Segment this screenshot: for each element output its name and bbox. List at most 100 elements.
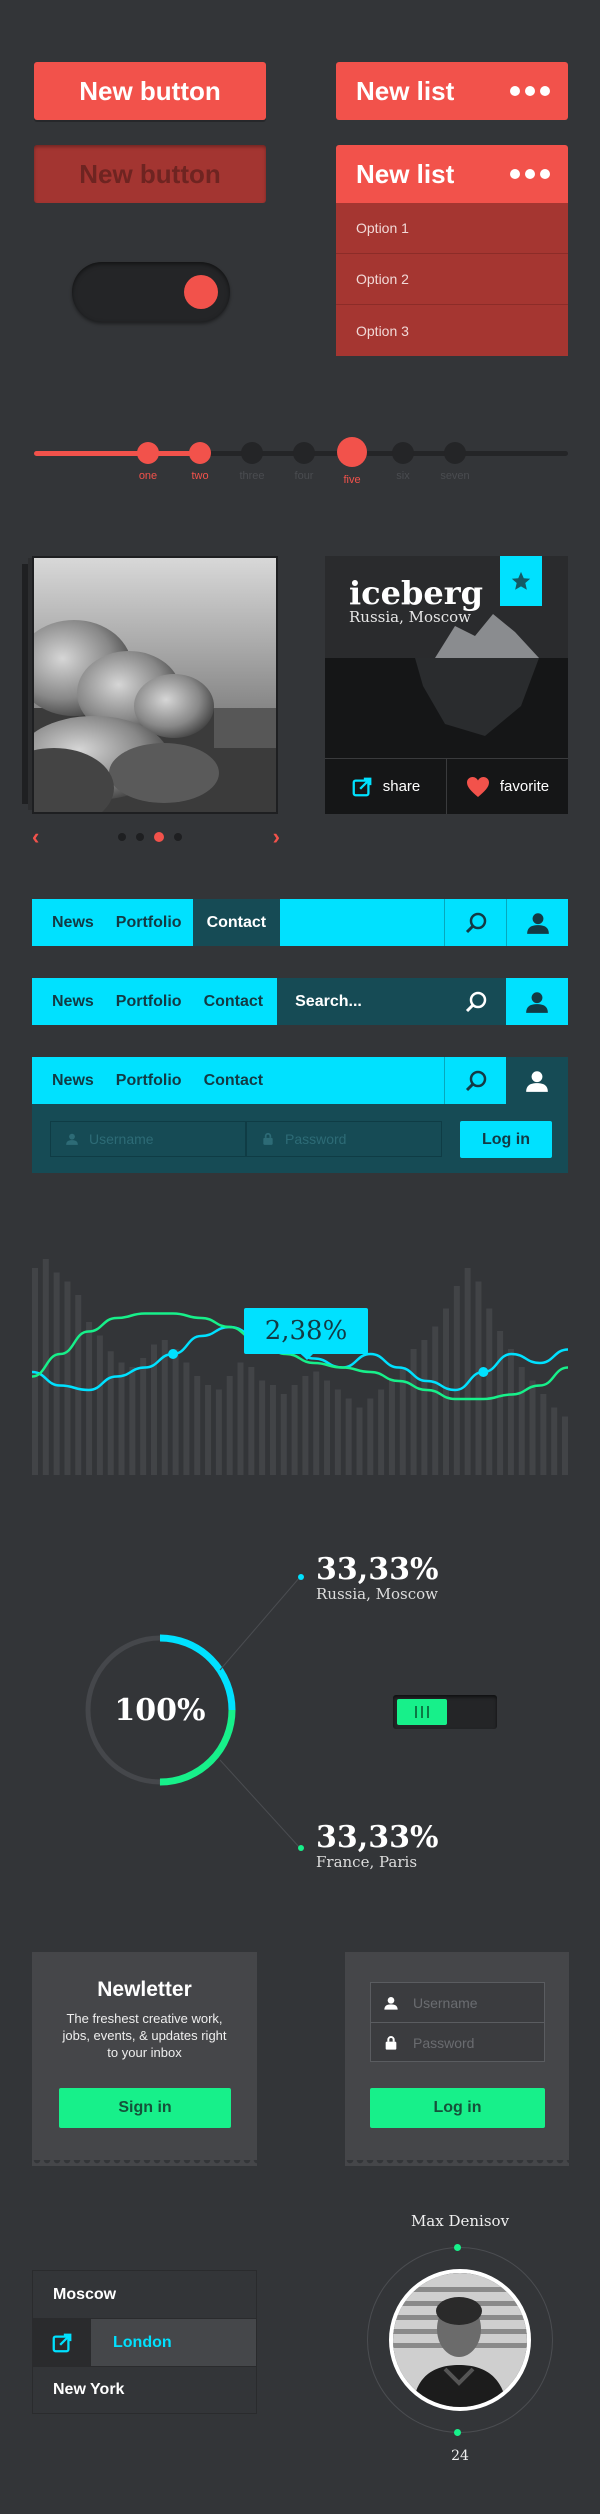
mini-toggle[interactable]	[393, 1695, 497, 1729]
city-list: Moscow London New York	[32, 2270, 257, 2414]
new-button[interactable]: New button	[34, 62, 266, 120]
slider-label-three: three	[239, 470, 265, 482]
slider-step-six[interactable]	[392, 442, 414, 464]
chart-bar	[183, 1362, 190, 1475]
new-list-button[interactable]: New list	[336, 62, 568, 120]
nav2-news[interactable]: News	[32, 978, 105, 1025]
gallery-image[interactable]	[32, 556, 278, 814]
new-list-label: New list	[356, 75, 455, 106]
slider-handle[interactable]	[337, 437, 367, 467]
chart-bar	[518, 1367, 525, 1475]
chart-bar	[302, 1376, 309, 1475]
pager-dot-1[interactable]	[118, 833, 126, 841]
chart-point[interactable]	[168, 1349, 179, 1359]
new-button-pressed[interactable]: New button	[34, 145, 266, 203]
password-input[interactable]: Password	[285, 1131, 346, 1147]
favorite-label: favorite	[499, 778, 550, 795]
chart-bar	[497, 1331, 504, 1475]
slider-label-six: six	[396, 470, 410, 482]
nav2-portfolio[interactable]: Portfolio	[105, 978, 193, 1025]
user-button-active[interactable]	[506, 1057, 568, 1104]
new-list-open-button[interactable]: New list	[336, 145, 568, 203]
chart-bar	[215, 1389, 222, 1475]
nav3-login-button[interactable]: Log in	[460, 1121, 552, 1158]
nav1-contact[interactable]: Contact	[192, 899, 281, 946]
share-button[interactable]: share	[325, 759, 447, 814]
donut-connectors	[219, 1574, 304, 1851]
city-item-new-york[interactable]: New York	[33, 2367, 256, 2413]
slider-step-four[interactable]	[293, 442, 315, 464]
list-option-2[interactable]: Option 2	[336, 254, 568, 305]
search-button[interactable]	[444, 899, 506, 946]
chart-bar	[453, 1286, 460, 1475]
nav2-contact[interactable]: Contact	[193, 978, 278, 1025]
chart-bar	[464, 1268, 471, 1475]
pager-dot-4[interactable]	[174, 833, 182, 841]
search-button[interactable]	[444, 1057, 506, 1104]
pager-dot-2[interactable]	[136, 833, 144, 841]
slider-step-two[interactable]	[189, 442, 211, 464]
slider-step-one[interactable]	[137, 442, 159, 464]
share-label: share	[382, 778, 421, 795]
chart-point[interactable]	[478, 1367, 489, 1377]
list-option-3[interactable]: Option 3	[336, 305, 568, 356]
nav2-search-field[interactable]: Search...	[277, 978, 506, 1025]
nav3-portfolio[interactable]: Portfolio	[105, 1057, 193, 1104]
user-button[interactable]	[506, 899, 568, 946]
slider-step-three[interactable]	[241, 442, 263, 464]
nav1-news[interactable]: News	[32, 899, 105, 946]
pager-dot-3-active[interactable]	[154, 832, 164, 842]
search-icon[interactable]	[464, 990, 488, 1014]
chevron-left-icon[interactable]: ‹	[32, 826, 39, 848]
avatar[interactable]	[389, 2269, 531, 2411]
nav1-portfolio[interactable]: Portfolio	[105, 899, 193, 946]
bookmark-badge[interactable]	[500, 556, 542, 606]
more-icon	[510, 169, 550, 179]
profile-dot-bottom	[454, 2429, 461, 2436]
heart-icon	[466, 776, 489, 797]
slider-step-seven[interactable]	[444, 442, 466, 464]
username-input[interactable]: Username	[89, 1131, 154, 1147]
slider-label-one: one	[138, 470, 158, 482]
city-item-london[interactable]: London	[33, 2318, 256, 2367]
profile-count: 24	[451, 2448, 469, 2464]
signin-button[interactable]: Sign in	[59, 2088, 231, 2128]
newsletter-card: Newletter The freshest creative work, jo…	[32, 1952, 257, 2160]
nav3-password-field[interactable]: Password	[246, 1121, 442, 1157]
chart-bar	[96, 1335, 103, 1475]
favorite-button[interactable]: favorite	[447, 759, 568, 814]
iceberg-card: iceberg Russia, Moscow share favorite	[325, 556, 568, 814]
toggle-switch[interactable]	[72, 262, 230, 322]
search-icon	[465, 912, 486, 933]
chart-bar	[378, 1389, 385, 1475]
step-slider[interactable]: one two three four five six seven	[34, 428, 568, 488]
chart-bar	[486, 1308, 493, 1475]
nav3-contact[interactable]: Contact	[193, 1057, 275, 1104]
search-input[interactable]: Search...	[295, 993, 362, 1011]
chart-bar	[64, 1281, 71, 1475]
nav3-news[interactable]: News	[32, 1057, 105, 1104]
login-button[interactable]: Log in	[370, 2088, 545, 2128]
stat2-label: France, Paris	[316, 1853, 418, 1871]
more-icon	[510, 86, 550, 96]
chart-bar	[507, 1349, 514, 1475]
external-link-button[interactable]	[33, 2318, 91, 2367]
navbar-2: News Portfolio Contact Search...	[32, 978, 568, 1025]
password-input[interactable]: Password	[413, 2035, 474, 2051]
chart-bar	[248, 1367, 255, 1475]
chart-bar	[345, 1398, 352, 1475]
list-option-1[interactable]: Option 1	[336, 203, 568, 254]
username-input[interactable]: Username	[413, 1995, 478, 2011]
chart-bar	[194, 1376, 201, 1475]
login-username-field[interactable]: Username	[371, 1983, 544, 2023]
toggle-knob	[184, 275, 218, 309]
nav3-username-field[interactable]: Username	[50, 1121, 246, 1157]
user-button[interactable]	[506, 978, 568, 1025]
chart-bar	[237, 1362, 244, 1475]
user-icon	[384, 1996, 398, 2010]
chevron-right-icon[interactable]: ›	[273, 826, 280, 848]
chart-bar	[356, 1407, 363, 1475]
city-item-moscow[interactable]: Moscow	[33, 2271, 256, 2319]
login-password-field[interactable]: Password	[371, 2023, 544, 2062]
chart-bar	[334, 1389, 341, 1475]
